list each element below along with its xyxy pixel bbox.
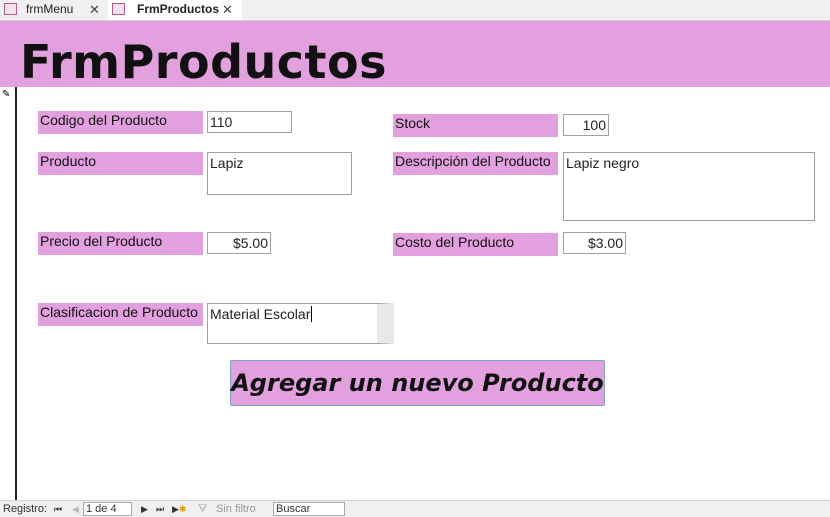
codigo-field[interactable]: 110 — [207, 111, 292, 133]
form-title: FrmProductos — [20, 35, 388, 89]
tab-frmmenu[interactable]: frmMenu ✕ — [0, 0, 106, 20]
stock-label: Stock — [393, 114, 558, 137]
precio-field[interactable]: $5.00 — [207, 232, 271, 254]
filter-icon: ⛛ — [198, 503, 208, 515]
codigo-label: Codigo del Producto — [38, 111, 203, 134]
record-navigation-bar: Registro: ⏮ ◀ 1 de 4 ▶ ⏭ ▶ ✱ ⛛ Sin filtro… — [0, 500, 830, 517]
form-icon — [112, 3, 125, 15]
close-icon[interactable]: ✕ — [89, 0, 100, 19]
previous-record-button[interactable]: ◀ — [72, 501, 79, 517]
record-label: Registro: — [3, 503, 48, 515]
document-tabs: frmMenu ✕ FrmProductos ✕ — [0, 0, 830, 21]
producto-label: Producto — [38, 152, 203, 175]
next-record-button[interactable]: ▶ — [141, 501, 148, 517]
form-header: FrmProductos — [0, 21, 830, 89]
precio-label: Precio del Producto — [38, 232, 203, 255]
search-input[interactable]: Buscar — [273, 502, 345, 516]
record-selector[interactable]: ✎ — [0, 87, 17, 500]
text-cursor — [311, 306, 313, 322]
first-record-button[interactable]: ⏮ — [54, 501, 62, 517]
clasificacion-label: Clasificacion de Producto — [38, 303, 203, 326]
form-icon — [4, 3, 17, 15]
last-record-button[interactable]: ⏭ — [156, 501, 164, 517]
descripcion-field[interactable]: Lapiz negro — [563, 152, 815, 221]
stock-field[interactable]: 100 — [563, 114, 609, 136]
costo-field[interactable]: $3.00 — [563, 232, 626, 254]
pencil-icon: ✎ — [2, 89, 11, 100]
current-record-field[interactable]: 1 de 4 — [83, 502, 132, 516]
costo-label: Costo del Producto — [393, 233, 558, 256]
close-icon[interactable]: ✕ — [222, 0, 233, 19]
clasificacion-combobox[interactable]: Material Escolar — [207, 303, 394, 344]
add-product-button[interactable]: Agregar un nuevo Producto — [230, 360, 605, 406]
producto-field[interactable]: Lapiz — [207, 152, 352, 195]
filter-status[interactable]: Sin filtro — [216, 501, 256, 517]
tab-frmproductos[interactable]: FrmProductos ✕ — [108, 0, 242, 20]
new-record-button[interactable]: ▶ ✱ — [172, 501, 186, 517]
descripcion-label: Descripción del Producto — [393, 152, 558, 175]
